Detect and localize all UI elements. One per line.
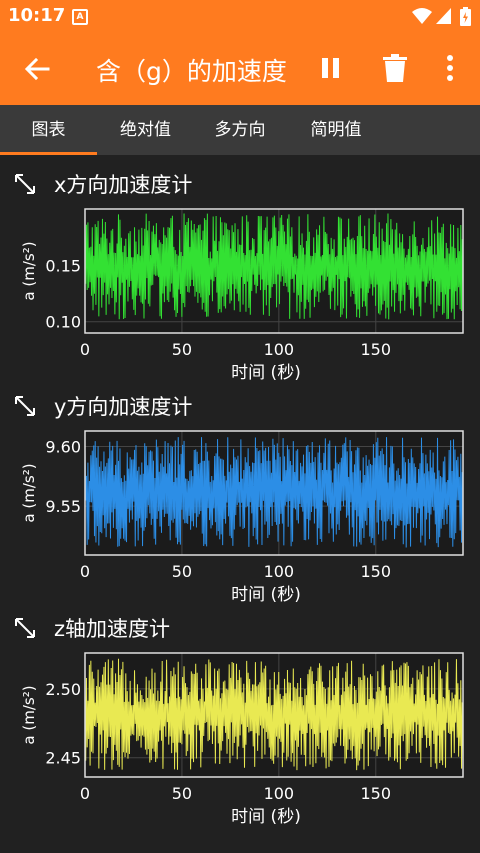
y-tick-label: 0.10 — [45, 313, 81, 332]
status-time: 10:17 — [8, 5, 66, 26]
x-axis-label: 时间 (秒) — [231, 585, 301, 605]
chart-title: x方向加速度计 — [54, 173, 193, 197]
x-tick-label: 150 — [360, 562, 391, 581]
x-tick-label: 100 — [264, 340, 295, 359]
x-tick-label: 100 — [264, 562, 295, 581]
y-tick-label: 0.15 — [45, 256, 81, 275]
x-tick-label: 0 — [80, 562, 90, 581]
chart-header-x: x方向加速度计 — [0, 165, 480, 205]
wifi-icon — [412, 8, 432, 24]
chart-title: z轴加速度计 — [54, 617, 171, 641]
chart-title: y方向加速度计 — [54, 395, 193, 419]
delete-icon[interactable] — [382, 54, 408, 82]
x-tick-label: 150 — [360, 340, 391, 359]
x-tick-label: 100 — [264, 784, 295, 803]
y-tick-label: 9.60 — [45, 438, 81, 457]
tab-indicator — [0, 152, 97, 155]
tab-absolute[interactable]: 绝对值 — [97, 105, 194, 155]
battery-icon — [460, 7, 471, 26]
expand-icon[interactable] — [14, 395, 36, 417]
chart-header-z: z轴加速度计 — [0, 609, 480, 649]
signal-icon — [436, 8, 451, 24]
tab-label: 绝对值 — [120, 120, 171, 140]
tab-bar: 图表 绝对值 多方向 简明值 — [0, 105, 480, 155]
chart-x: 0.10 0.15 0 50 100 150 时间 (秒) a (m/s²) — [20, 208, 464, 383]
chart-z: 2.45 2.50 0 50 100 150 时间 (秒) a (m/s²) — [20, 652, 464, 827]
y-axis-label: a (m/s²) — [20, 463, 38, 522]
expand-icon[interactable] — [14, 617, 36, 639]
back-arrow-icon[interactable] — [22, 54, 52, 84]
x-tick-label: 0 — [80, 340, 90, 359]
tab-chart[interactable]: 图表 — [0, 105, 97, 155]
y-axis-label: a (m/s²) — [20, 685, 38, 744]
page-title: 含（g）的加速度 — [96, 57, 287, 86]
y-tick-label: 2.50 — [45, 680, 81, 699]
app-toolbar: 含（g）的加速度 — [0, 32, 480, 105]
x-axis-label: 时间 (秒) — [231, 363, 301, 383]
more-options-icon[interactable] — [443, 54, 457, 82]
tab-label: 简明值 — [310, 120, 362, 140]
y-axis-label: a (m/s²) — [20, 241, 38, 300]
status-bar: 10:17 A — [0, 0, 480, 32]
x-tick-label: 50 — [172, 784, 192, 803]
x-tick-label: 50 — [172, 562, 192, 581]
tab-label: 图表 — [31, 120, 66, 140]
pause-icon[interactable] — [319, 56, 343, 80]
chart-header-y: y方向加速度计 — [0, 387, 480, 427]
chart-y: 9.55 9.60 0 50 100 150 时间 (秒) a (m/s²) — [20, 430, 464, 605]
x-tick-label: 150 — [360, 784, 391, 803]
tab-label: 多方向 — [214, 120, 266, 140]
y-tick-label: 9.55 — [45, 497, 81, 516]
x-tick-label: 50 — [172, 340, 192, 359]
x-axis-label: 时间 (秒) — [231, 807, 301, 827]
expand-icon[interactable] — [14, 173, 36, 195]
x-tick-label: 0 — [80, 784, 90, 803]
tab-multi-direction[interactable]: 多方向 — [194, 105, 286, 155]
y-tick-label: 2.45 — [45, 749, 81, 768]
notification-icon: A — [72, 9, 88, 25]
tab-concise[interactable]: 简明值 — [286, 105, 386, 155]
